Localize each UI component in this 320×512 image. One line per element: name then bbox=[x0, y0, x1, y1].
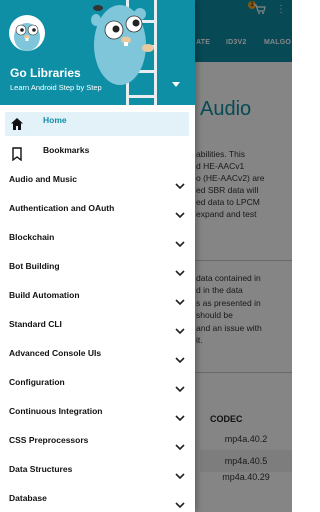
category-label: Database bbox=[9, 493, 47, 503]
nav-item-bookmarks[interactable]: Bookmarks bbox=[0, 142, 195, 168]
chevron-down-icon bbox=[175, 502, 185, 509]
avatar bbox=[9, 15, 45, 51]
chevron-down-icon bbox=[175, 328, 185, 335]
category-authentication-and-oauth[interactable]: Authentication and OAuth bbox=[0, 195, 195, 221]
category-advanced-console-uis[interactable]: Advanced Console UIs bbox=[0, 340, 195, 366]
category-bot-building[interactable]: Bot Building bbox=[0, 253, 195, 279]
bookmark-icon bbox=[12, 147, 22, 161]
category-label: Configuration bbox=[9, 377, 65, 387]
drawer-title: Go Libraries bbox=[10, 66, 81, 80]
category-data-structures[interactable]: Data Structures bbox=[0, 456, 195, 482]
navigation-drawer: Go Libraries Learn Android Step by Step … bbox=[0, 0, 195, 512]
chevron-down-icon bbox=[175, 473, 185, 480]
category-css-preprocessors[interactable]: CSS Preprocessors bbox=[0, 427, 195, 453]
category-configuration[interactable]: Configuration bbox=[0, 369, 195, 395]
category-label: Authentication and OAuth bbox=[9, 203, 115, 213]
nav-item-label: Bookmarks bbox=[43, 145, 90, 155]
category-label: Data Structures bbox=[9, 464, 73, 474]
drawer-header: Go Libraries Learn Android Step by Step bbox=[0, 0, 195, 105]
category-label: Continuous Integration bbox=[9, 406, 103, 416]
category-label: Blockchain bbox=[9, 232, 55, 242]
category-label: Audio and Music bbox=[9, 174, 77, 184]
nav-item-home[interactable]: Home bbox=[0, 112, 195, 138]
chevron-down-icon bbox=[175, 241, 185, 248]
category-label: Bot Building bbox=[9, 261, 60, 271]
chevron-down-icon bbox=[175, 270, 185, 277]
category-database[interactable]: Database bbox=[0, 485, 195, 511]
category-label: Standard CLI bbox=[9, 319, 62, 329]
chevron-down-icon bbox=[175, 212, 185, 219]
chevron-down-icon bbox=[175, 386, 185, 393]
category-build-automation[interactable]: Build Automation bbox=[0, 282, 195, 308]
chevron-down-icon bbox=[175, 299, 185, 306]
category-label: Advanced Console UIs bbox=[9, 348, 102, 358]
category-blockchain[interactable]: Blockchain bbox=[0, 224, 195, 250]
nav-item-label: Home bbox=[43, 115, 67, 125]
chevron-down-icon bbox=[175, 183, 185, 190]
category-continuous-integration[interactable]: Continuous Integration bbox=[0, 398, 195, 424]
category-label: CSS Preprocessors bbox=[9, 435, 89, 445]
category-standard-cli[interactable]: Standard CLI bbox=[0, 311, 195, 337]
gopher-avatar-icon bbox=[14, 23, 40, 51]
chevron-down-icon bbox=[175, 357, 185, 364]
account-dropdown-icon[interactable] bbox=[172, 82, 180, 87]
home-icon bbox=[11, 118, 23, 130]
chevron-down-icon bbox=[175, 444, 185, 451]
drawer-subtitle: Learn Android Step by Step bbox=[10, 83, 102, 92]
category-audio-and-music[interactable]: Audio and Music bbox=[0, 166, 195, 192]
chevron-down-icon bbox=[175, 415, 185, 422]
category-label: Build Automation bbox=[9, 290, 80, 300]
